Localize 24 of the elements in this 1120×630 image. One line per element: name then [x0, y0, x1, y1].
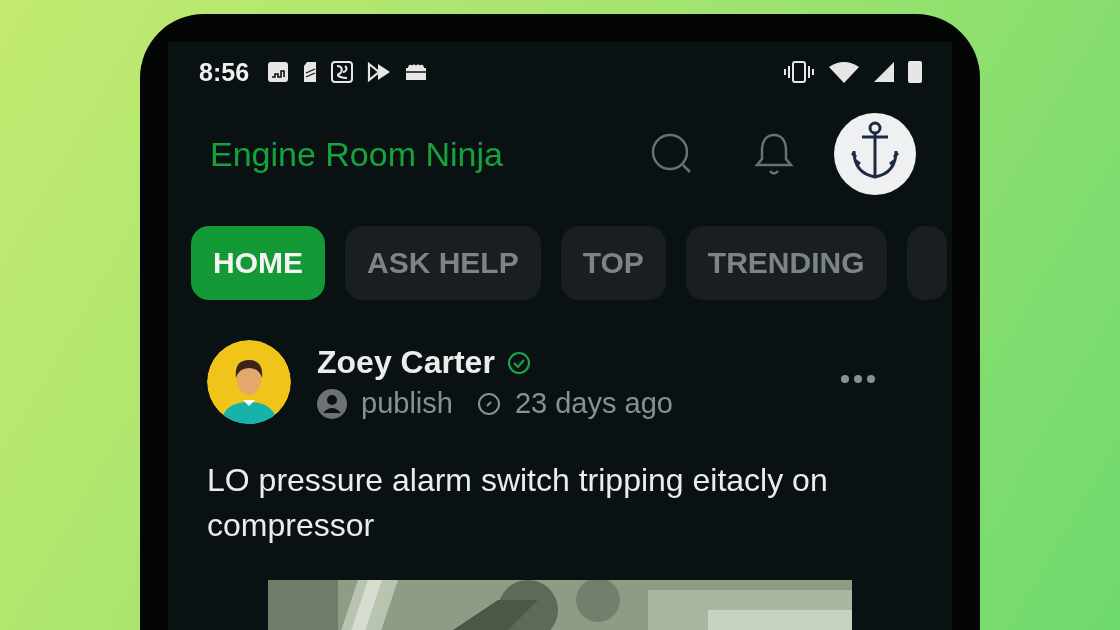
app-title: Engine Room Ninja	[210, 134, 503, 174]
notification-bell-icon[interactable]	[752, 131, 796, 177]
play-store-icon	[367, 62, 392, 82]
tab[interactable]: TRENDING	[685, 226, 887, 300]
briefcase-icon	[405, 62, 428, 82]
app-icon	[331, 61, 354, 83]
user-icon	[317, 388, 347, 419]
tab[interactable]: HOME	[191, 226, 325, 300]
battery-icon	[908, 61, 922, 83]
more-options-icon[interactable]	[840, 374, 876, 384]
clock-icon	[476, 391, 501, 416]
status-time: 8:56	[199, 57, 250, 87]
tab[interactable]: TOP	[560, 226, 666, 300]
author-name: Zoey Carter	[317, 344, 495, 381]
post-status: publish	[361, 387, 453, 420]
sim-card-icon	[303, 61, 318, 83]
post-time: 23 days ago	[514, 387, 673, 420]
vibrate-icon	[784, 61, 814, 83]
anchor-avatar[interactable]	[834, 113, 916, 195]
gallery-icon	[267, 61, 290, 83]
wifi-icon	[828, 61, 860, 83]
tab[interactable]: ASK HELP	[345, 226, 541, 300]
post-title: LO pressure alarm switch tripping eitacly on compressor	[207, 461, 829, 545]
signal-icon	[874, 62, 894, 82]
